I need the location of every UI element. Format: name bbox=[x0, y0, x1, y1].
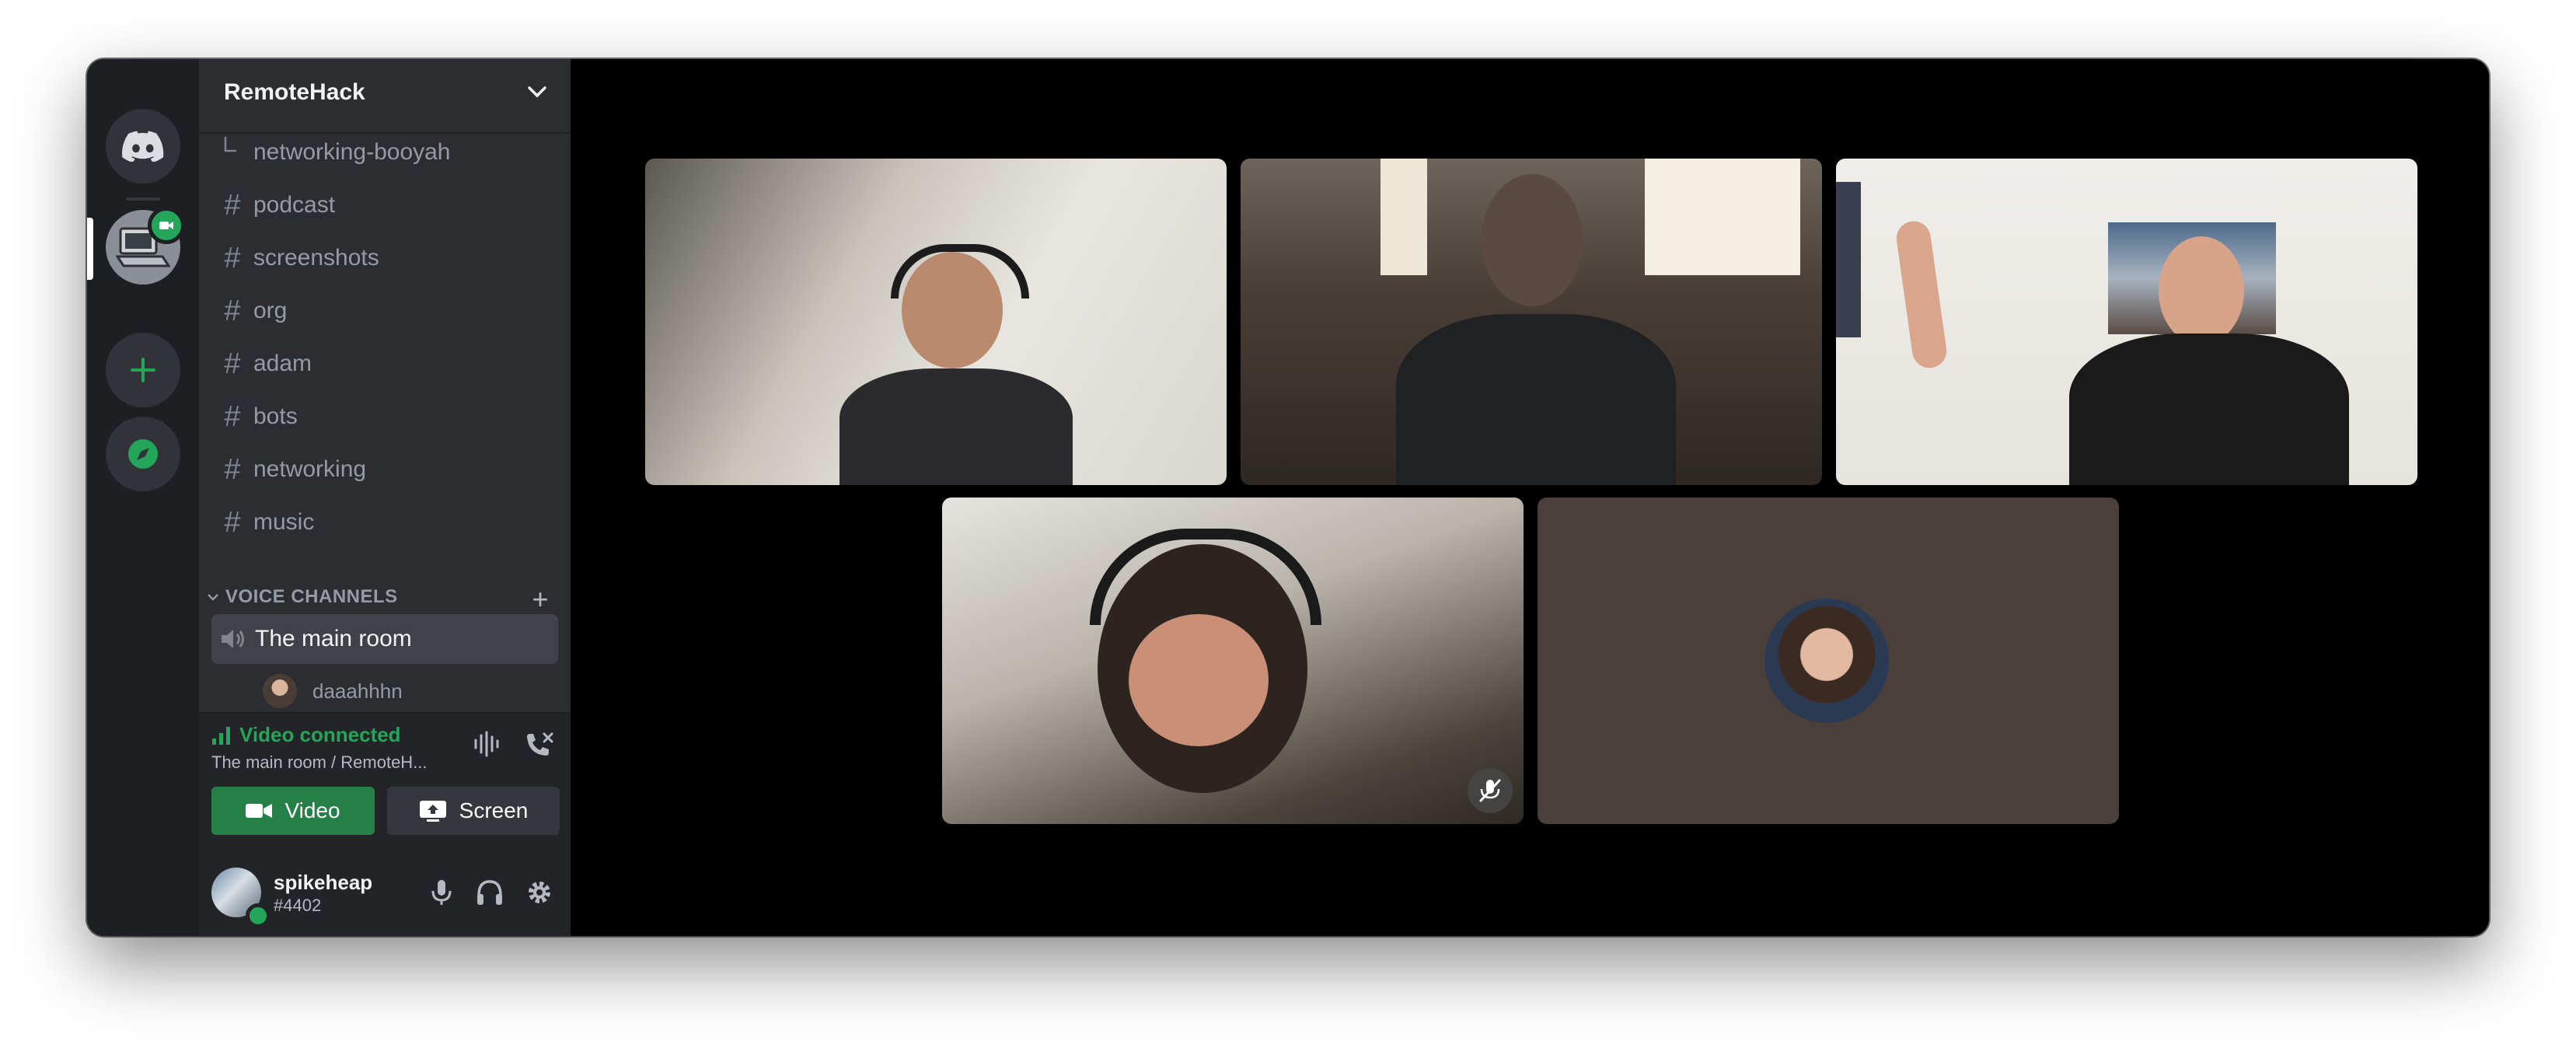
speaker-icon bbox=[211, 627, 255, 651]
channel-org[interactable]: # org bbox=[211, 288, 558, 334]
participant-body bbox=[839, 368, 1073, 485]
wall-picture bbox=[1836, 182, 1861, 337]
discord-home-icon[interactable] bbox=[106, 109, 180, 183]
server-name: RemoteHack bbox=[224, 79, 365, 105]
user-name: spikeheap bbox=[274, 871, 373, 894]
channel-label: adam bbox=[253, 351, 312, 376]
video-tile[interactable] bbox=[1836, 159, 2417, 485]
window-light bbox=[1380, 159, 1427, 275]
hash-icon: # bbox=[224, 188, 241, 222]
rail-separator bbox=[126, 197, 160, 201]
video-button-label: Video bbox=[284, 798, 340, 822]
mic-muted-icon bbox=[1468, 768, 1513, 813]
window-light bbox=[1645, 159, 1800, 275]
hash-icon: # bbox=[224, 241, 241, 274]
voice-channel-main-room[interactable]: The main room bbox=[211, 614, 558, 664]
server-remotehack-icon[interactable] bbox=[106, 207, 185, 285]
channel-sidebar: RemoteHack networking-booyah # podcast #… bbox=[199, 59, 571, 936]
channel-screenshots[interactable]: # screenshots bbox=[211, 235, 558, 281]
add-server-icon[interactable] bbox=[106, 333, 180, 407]
explore-icon[interactable] bbox=[106, 417, 180, 491]
video-tile-avatar-only[interactable] bbox=[1538, 498, 2119, 824]
participant-body bbox=[2069, 333, 2349, 485]
channel-label: podcast bbox=[253, 192, 336, 218]
user-panel: spikeheap #4402 bbox=[199, 850, 571, 936]
screen-share-icon bbox=[419, 801, 446, 822]
voice-user-name: daaahhhn bbox=[312, 679, 403, 703]
voice-status-text: Video connected bbox=[239, 723, 401, 746]
channel-label: networking bbox=[253, 456, 367, 482]
video-tile[interactable] bbox=[1241, 159, 1822, 485]
channel-label: org bbox=[253, 298, 288, 323]
camera-icon bbox=[246, 804, 273, 818]
signal-icon bbox=[212, 726, 230, 745]
hash-icon: # bbox=[224, 400, 241, 433]
video-button[interactable]: Video bbox=[211, 787, 375, 835]
disconnect-icon[interactable] bbox=[524, 731, 555, 763]
headphones-shape bbox=[1090, 529, 1321, 625]
hash-icon: # bbox=[224, 505, 241, 539]
chevron-down-icon[interactable] bbox=[527, 86, 547, 102]
server-header[interactable]: RemoteHack bbox=[199, 59, 571, 134]
gear-icon[interactable] bbox=[525, 878, 553, 910]
video-stage bbox=[571, 59, 2489, 936]
voice-user-daaahhhn[interactable]: daaahhhn bbox=[263, 673, 403, 709]
channel-label: screenshots bbox=[253, 245, 379, 271]
hash-icon: # bbox=[224, 294, 241, 327]
create-channel-icon[interactable]: + bbox=[532, 583, 549, 616]
category-label: VOICE CHANNELS bbox=[225, 586, 398, 607]
voice-channel-label: The main room bbox=[255, 626, 412, 651]
video-live-badge bbox=[148, 207, 185, 244]
selected-server-pill bbox=[87, 218, 93, 280]
thread-branch-icon bbox=[211, 134, 253, 171]
channel-label: bots bbox=[253, 403, 298, 429]
screen-share-button[interactable]: Screen bbox=[387, 787, 560, 835]
voice-connection-panel: Video connected The main room / RemoteH.… bbox=[199, 712, 571, 852]
avatar bbox=[1764, 599, 1889, 723]
screen-button-label: Screen bbox=[459, 798, 529, 822]
raised-hand bbox=[1894, 218, 1949, 371]
server-rail bbox=[87, 59, 199, 936]
video-tile[interactable] bbox=[645, 159, 1227, 485]
participant-body bbox=[1396, 314, 1676, 485]
channel-label: networking-booyah bbox=[253, 139, 451, 165]
channel-bots[interactable]: # bots bbox=[211, 393, 558, 440]
avatar bbox=[263, 674, 297, 708]
soundwave-icon[interactable] bbox=[473, 731, 501, 763]
channel-networking[interactable]: # networking bbox=[211, 446, 558, 493]
channel-podcast[interactable]: # podcast bbox=[211, 182, 558, 229]
voice-location[interactable]: The main room / RemoteH... bbox=[211, 752, 428, 773]
voice-status[interactable]: Video connected bbox=[211, 723, 401, 747]
video-tile[interactable] bbox=[942, 498, 1524, 824]
headphones-shape bbox=[891, 244, 1029, 299]
participant-head bbox=[1482, 174, 1583, 306]
online-status-icon bbox=[246, 903, 271, 928]
participant-face bbox=[1129, 614, 1269, 746]
channel-adam[interactable]: # adam bbox=[211, 340, 558, 387]
channel-label: music bbox=[253, 509, 315, 535]
microphone-icon[interactable] bbox=[429, 878, 454, 910]
chevron-down-icon bbox=[208, 594, 218, 601]
app-window: RemoteHack networking-booyah # podcast #… bbox=[87, 59, 2489, 936]
thread-networking-booyah[interactable]: networking-booyah bbox=[211, 129, 558, 176]
headphones-icon[interactable] bbox=[476, 878, 504, 910]
channel-music[interactable]: # music bbox=[211, 499, 558, 546]
hash-icon: # bbox=[224, 452, 241, 486]
voice-channels-category[interactable]: VOICE CHANNELS + bbox=[205, 581, 563, 616]
user-tag: #4402 bbox=[274, 896, 322, 915]
hash-icon: # bbox=[224, 347, 241, 380]
participant-head bbox=[2159, 236, 2244, 345]
